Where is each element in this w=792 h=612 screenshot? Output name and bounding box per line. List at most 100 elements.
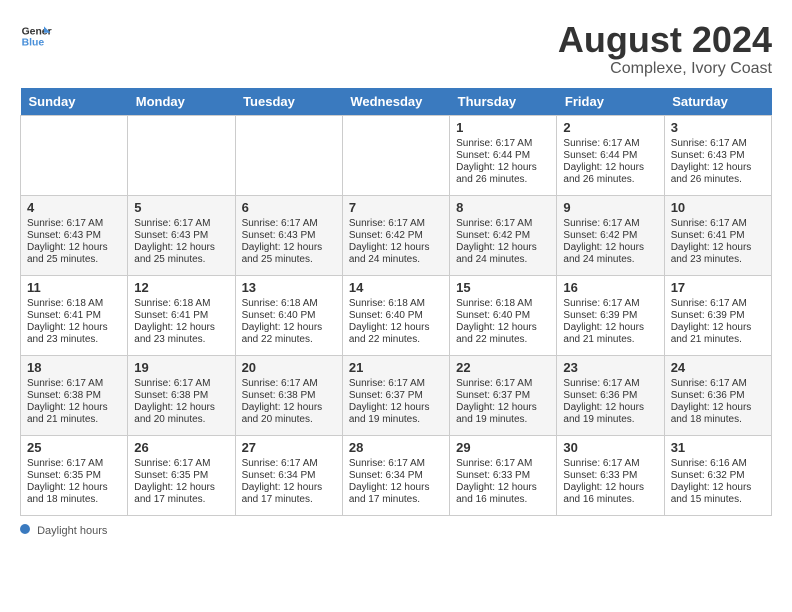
calendar-cell: 29 Sunrise: 6:17 AM Sunset: 6:33 PM Dayli… bbox=[450, 435, 557, 515]
calendar-cell: 25Sunrise: 6:17 AM Sunset: 6:35 PM Dayli… bbox=[21, 435, 128, 515]
day-number: 6 bbox=[242, 200, 336, 215]
day-info: Sunrise: 6:17 AM Sunset: 6:36 PM Dayligh… bbox=[563, 378, 644, 425]
legend-label: Daylight hours bbox=[37, 525, 107, 537]
day-info: Sunrise: 6:17 AM Sunset: 6:43 PM Dayligh… bbox=[134, 218, 215, 265]
day-number: 30 bbox=[563, 440, 657, 455]
day-info: Sunrise: 6:17 AM Sunset: 6:42 PM Dayligh… bbox=[456, 218, 537, 265]
calendar-cell bbox=[342, 115, 449, 195]
calendar-cell: 14 Sunrise: 6:18 AM Sunset: 6:40 PM Dayli… bbox=[342, 275, 449, 355]
day-info: Sunrise: 6:17 AM Sunset: 6:35 PM Dayligh… bbox=[27, 458, 108, 505]
calendar-cell: 19Sunrise: 6:17 AM Sunset: 6:38 PM Dayli… bbox=[128, 355, 235, 435]
day-info: Sunrise: 6:17 AM Sunset: 6:34 PM Dayligh… bbox=[349, 458, 430, 505]
day-info: Sunrise: 6:17 AM Sunset: 6:42 PM Dayligh… bbox=[563, 218, 644, 265]
day-number: 26 bbox=[134, 440, 228, 455]
calendar-week-row: 4 Sunrise: 6:17 AM Sunset: 6:43 PM Daylig… bbox=[21, 195, 772, 275]
calendar-week-row: 25Sunrise: 6:17 AM Sunset: 6:35 PM Dayli… bbox=[21, 435, 772, 515]
day-number: 7 bbox=[349, 200, 443, 215]
col-header-sunday: Sunday bbox=[21, 88, 128, 116]
day-info: Sunrise: 6:17 AM Sunset: 6:44 PM Dayligh… bbox=[563, 138, 644, 185]
calendar-cell: 22 Sunrise: 6:17 AM Sunset: 6:37 PM Dayli… bbox=[450, 355, 557, 435]
day-number: 4 bbox=[27, 200, 121, 215]
day-info: Sunrise: 6:17 AM Sunset: 6:33 PM Dayligh… bbox=[563, 458, 644, 505]
logo: General Blue bbox=[20, 20, 52, 52]
day-number: 22 bbox=[456, 360, 550, 375]
calendar-week-row: 11Sunrise: 6:18 AM Sunset: 6:41 PM Dayli… bbox=[21, 275, 772, 355]
calendar-cell: 11Sunrise: 6:18 AM Sunset: 6:41 PM Dayli… bbox=[21, 275, 128, 355]
calendar-cell: 4 Sunrise: 6:17 AM Sunset: 6:43 PM Daylig… bbox=[21, 195, 128, 275]
day-number: 24 bbox=[671, 360, 765, 375]
calendar-cell: 1 Sunrise: 6:17 AM Sunset: 6:44 PM Daylig… bbox=[450, 115, 557, 195]
day-info: Sunrise: 6:17 AM Sunset: 6:43 PM Dayligh… bbox=[671, 138, 752, 185]
col-header-monday: Monday bbox=[128, 88, 235, 116]
day-number: 3 bbox=[671, 120, 765, 135]
calendar-cell: 6 Sunrise: 6:17 AM Sunset: 6:43 PM Daylig… bbox=[235, 195, 342, 275]
title-area: August 2024 Complexe, Ivory Coast bbox=[558, 20, 772, 78]
day-info: Sunrise: 6:17 AM Sunset: 6:38 PM Dayligh… bbox=[27, 378, 108, 425]
calendar-cell: 13Sunrise: 6:18 AM Sunset: 6:40 PM Dayli… bbox=[235, 275, 342, 355]
day-info: Sunrise: 6:18 AM Sunset: 6:40 PM Dayligh… bbox=[349, 298, 430, 345]
day-number: 28 bbox=[349, 440, 443, 455]
day-info: Sunrise: 6:17 AM Sunset: 6:39 PM Dayligh… bbox=[563, 298, 644, 345]
day-info: Sunrise: 6:17 AM Sunset: 6:37 PM Dayligh… bbox=[349, 378, 430, 425]
day-info: Sunrise: 6:17 AM Sunset: 6:39 PM Dayligh… bbox=[671, 298, 752, 345]
page-header: General Blue August 2024 Complexe, Ivory… bbox=[20, 20, 772, 78]
day-info: Sunrise: 6:17 AM Sunset: 6:34 PM Dayligh… bbox=[242, 458, 323, 505]
day-info: Sunrise: 6:17 AM Sunset: 6:35 PM Dayligh… bbox=[134, 458, 215, 505]
calendar-cell: 18Sunrise: 6:17 AM Sunset: 6:38 PM Dayli… bbox=[21, 355, 128, 435]
calendar-cell bbox=[235, 115, 342, 195]
day-number: 5 bbox=[134, 200, 228, 215]
day-number: 1 bbox=[456, 120, 550, 135]
day-info: Sunrise: 6:17 AM Sunset: 6:42 PM Dayligh… bbox=[349, 218, 430, 265]
calendar-cell: 7 Sunrise: 6:17 AM Sunset: 6:42 PM Daylig… bbox=[342, 195, 449, 275]
day-info: Sunrise: 6:18 AM Sunset: 6:41 PM Dayligh… bbox=[134, 298, 215, 345]
calendar-cell bbox=[128, 115, 235, 195]
day-info: Sunrise: 6:17 AM Sunset: 6:41 PM Dayligh… bbox=[671, 218, 752, 265]
day-info: Sunrise: 6:17 AM Sunset: 6:36 PM Dayligh… bbox=[671, 378, 752, 425]
col-header-wednesday: Wednesday bbox=[342, 88, 449, 116]
day-info: Sunrise: 6:17 AM Sunset: 6:44 PM Dayligh… bbox=[456, 138, 537, 185]
calendar-cell: 24 Sunrise: 6:17 AM Sunset: 6:36 PM Dayli… bbox=[664, 355, 771, 435]
legend-dot bbox=[20, 524, 30, 534]
day-info: Sunrise: 6:17 AM Sunset: 6:37 PM Dayligh… bbox=[456, 378, 537, 425]
day-info: Sunrise: 6:17 AM Sunset: 6:38 PM Dayligh… bbox=[134, 378, 215, 425]
calendar-cell bbox=[21, 115, 128, 195]
calendar-cell: 10 Sunrise: 6:17 AM Sunset: 6:41 PM Dayli… bbox=[664, 195, 771, 275]
day-number: 29 bbox=[456, 440, 550, 455]
day-info: Sunrise: 6:18 AM Sunset: 6:40 PM Dayligh… bbox=[456, 298, 537, 345]
calendar-cell: 23Sunrise: 6:17 AM Sunset: 6:36 PM Dayli… bbox=[557, 355, 664, 435]
calendar-cell: 17 Sunrise: 6:17 AM Sunset: 6:39 PM Dayli… bbox=[664, 275, 771, 355]
day-number: 20 bbox=[242, 360, 336, 375]
calendar-cell: 3 Sunrise: 6:17 AM Sunset: 6:43 PM Daylig… bbox=[664, 115, 771, 195]
day-number: 21 bbox=[349, 360, 443, 375]
day-number: 31 bbox=[671, 440, 765, 455]
day-number: 8 bbox=[456, 200, 550, 215]
calendar-header-row: SundayMondayTuesdayWednesdayThursdayFrid… bbox=[21, 88, 772, 116]
calendar-cell: 27Sunrise: 6:17 AM Sunset: 6:34 PM Dayli… bbox=[235, 435, 342, 515]
col-header-thursday: Thursday bbox=[450, 88, 557, 116]
col-header-friday: Friday bbox=[557, 88, 664, 116]
logo-icon: General Blue bbox=[20, 20, 52, 52]
day-number: 10 bbox=[671, 200, 765, 215]
day-number: 17 bbox=[671, 280, 765, 295]
day-number: 15 bbox=[456, 280, 550, 295]
calendar-cell: 5 Sunrise: 6:17 AM Sunset: 6:43 PM Daylig… bbox=[128, 195, 235, 275]
calendar-cell: 9 Sunrise: 6:17 AM Sunset: 6:42 PM Daylig… bbox=[557, 195, 664, 275]
calendar-cell: 8 Sunrise: 6:17 AM Sunset: 6:42 PM Daylig… bbox=[450, 195, 557, 275]
day-number: 2 bbox=[563, 120, 657, 135]
day-info: Sunrise: 6:17 AM Sunset: 6:43 PM Dayligh… bbox=[27, 218, 108, 265]
day-info: Sunrise: 6:17 AM Sunset: 6:43 PM Dayligh… bbox=[242, 218, 323, 265]
day-number: 9 bbox=[563, 200, 657, 215]
legend: Daylight hours bbox=[20, 524, 772, 537]
day-info: Sunrise: 6:18 AM Sunset: 6:41 PM Dayligh… bbox=[27, 298, 108, 345]
calendar-cell: 2 Sunrise: 6:17 AM Sunset: 6:44 PM Daylig… bbox=[557, 115, 664, 195]
location-subtitle: Complexe, Ivory Coast bbox=[558, 60, 772, 78]
calendar-cell: 31 Sunrise: 6:16 AM Sunset: 6:32 PM Dayli… bbox=[664, 435, 771, 515]
day-number: 12 bbox=[134, 280, 228, 295]
day-info: Sunrise: 6:17 AM Sunset: 6:33 PM Dayligh… bbox=[456, 458, 537, 505]
day-number: 14 bbox=[349, 280, 443, 295]
col-header-tuesday: Tuesday bbox=[235, 88, 342, 116]
calendar-week-row: 1 Sunrise: 6:17 AM Sunset: 6:44 PM Daylig… bbox=[21, 115, 772, 195]
day-info: Sunrise: 6:16 AM Sunset: 6:32 PM Dayligh… bbox=[671, 458, 752, 505]
calendar-cell: 15 Sunrise: 6:18 AM Sunset: 6:40 PM Dayli… bbox=[450, 275, 557, 355]
calendar-week-row: 18Sunrise: 6:17 AM Sunset: 6:38 PM Dayli… bbox=[21, 355, 772, 435]
